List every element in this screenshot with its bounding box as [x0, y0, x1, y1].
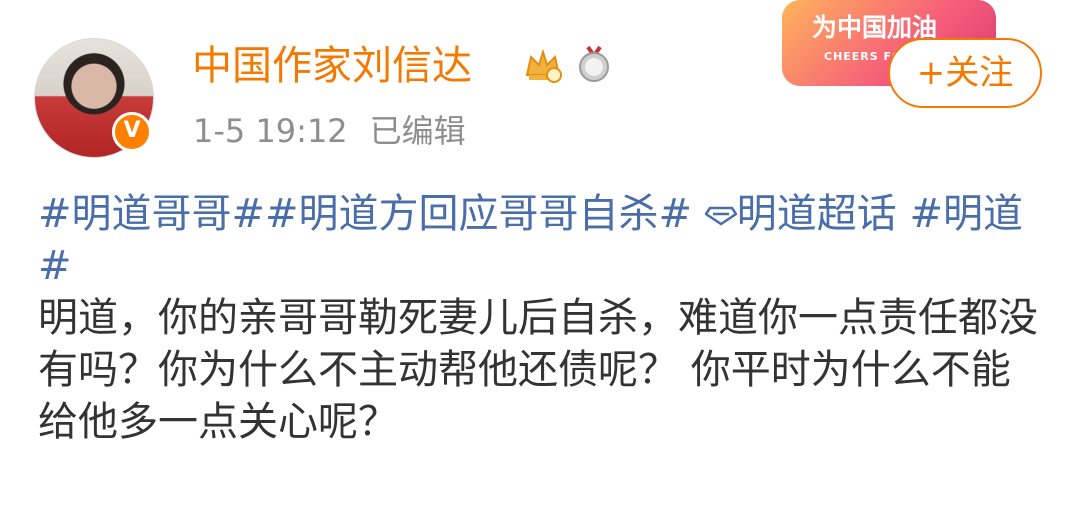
body-text: 明道，你的亲哥哥勒死妻儿后自杀，难道你一点责任都没有吗？你为什么不主动帮他还债呢…: [38, 295, 1038, 445]
follow-button[interactable]: +关注: [888, 38, 1042, 108]
medal-icon: [579, 45, 609, 82]
topic-link[interactable]: #明道方回应哥哥自杀#: [265, 191, 692, 237]
post-time: 1-5 19:12 已编辑: [193, 112, 466, 150]
post-content: #明道哥哥##明道方回应哥哥自杀# 明道超话 #明道# 明道，你的亲哥哥勒死妻儿…: [38, 188, 1048, 448]
topics-row: #明道哥哥##明道方回应哥哥自杀# 明道超话 #明道#: [38, 188, 1048, 292]
crown-icon: [525, 48, 562, 83]
author-name[interactable]: 中国作家刘信达: [192, 40, 472, 92]
topic-link[interactable]: #明道哥哥#: [38, 191, 265, 237]
verified-badge-icon: V: [112, 112, 152, 152]
diamond-icon: [704, 206, 737, 226]
super-topic-link[interactable]: 明道超话: [704, 191, 910, 237]
